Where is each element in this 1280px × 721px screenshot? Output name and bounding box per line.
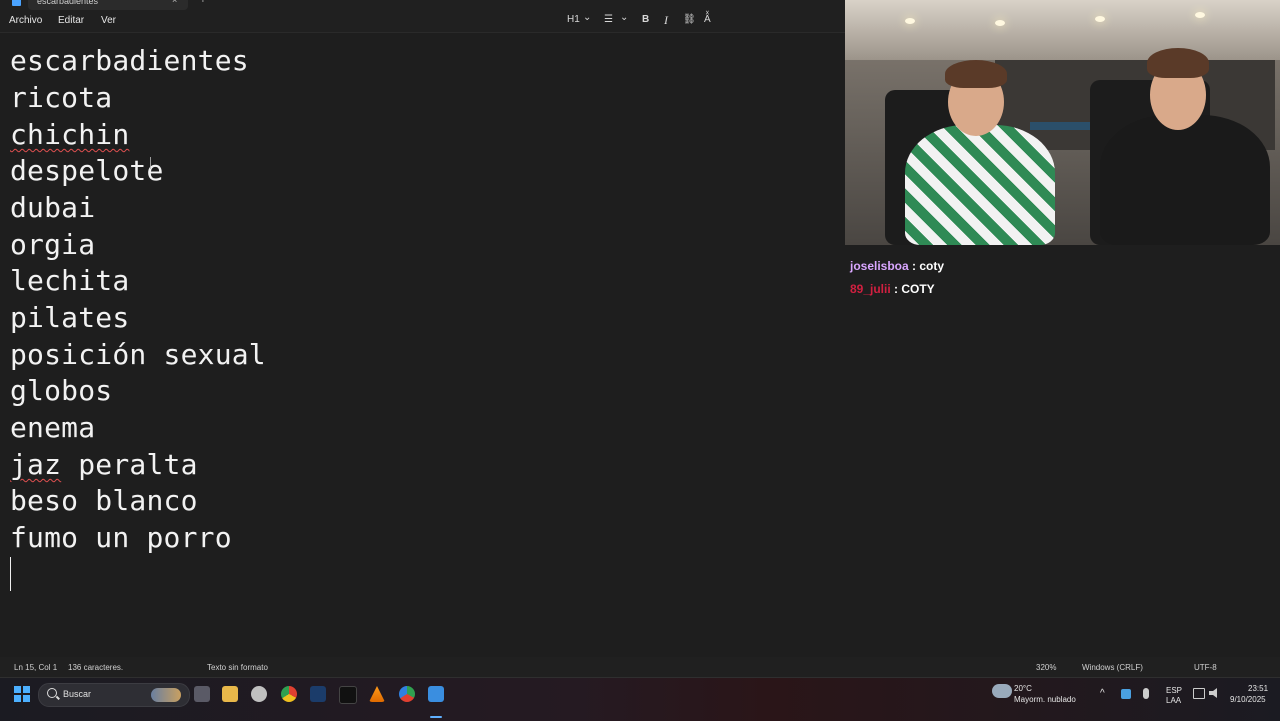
steam-icon[interactable] (310, 686, 326, 702)
text-line: escarbadientes (10, 44, 249, 77)
active-app-indicator (430, 716, 442, 718)
weather-cloud-icon[interactable] (992, 684, 1012, 698)
file-explorer-icon[interactable] (222, 686, 238, 702)
vlc-icon[interactable] (369, 686, 385, 702)
menubar: Archivo Editar Ver H1 ⌄ ☰ ⌄ B I ⛓ Aͯ (0, 10, 845, 33)
chat-username: 89_julii (850, 282, 891, 296)
chrome-profile-icon[interactable] (399, 686, 415, 702)
person-left-shirt (905, 125, 1055, 245)
room-ceiling (845, 0, 1280, 60)
chat-text: : COTY (890, 282, 935, 296)
microphone-icon[interactable] (1143, 688, 1149, 699)
chat-message: 89_julii : COTY (850, 282, 935, 296)
italic-button[interactable]: I (664, 13, 668, 28)
line-endings: Windows (CRLF) (1082, 663, 1143, 672)
clear-formatting-icon[interactable]: Aͯ (704, 14, 711, 25)
document-tab-title[interactable]: escarbadientes (37, 0, 98, 6)
webcam-video (845, 0, 1280, 245)
chrome-icon[interactable] (281, 686, 297, 702)
text-line: orgia (10, 228, 96, 261)
text-line-misspelled: chichin (10, 118, 130, 151)
chat-username: joselisboa (850, 259, 909, 273)
statusbar: Ln 15, Col 1 136 caracteres. Texto sin f… (0, 657, 1280, 677)
menu-view[interactable]: Ver (101, 15, 116, 26)
menu-file[interactable]: Archivo (9, 15, 42, 26)
person-left-hair (945, 60, 1007, 88)
bold-button[interactable]: B (642, 14, 649, 25)
misspelled-word: jaz (10, 448, 62, 481)
ceiling-light (995, 20, 1005, 26)
chevron-down-icon[interactable]: ⌄ (620, 12, 628, 23)
keyboard-layout[interactable]: LAA (1166, 696, 1181, 705)
notepad-app-icon (12, 0, 21, 6)
person-right-shirt (1100, 115, 1270, 245)
close-tab-icon[interactable]: × (172, 0, 177, 5)
text-format: Texto sin formato (207, 663, 268, 672)
text-line: lechita (10, 264, 130, 297)
volume-icon[interactable] (1209, 688, 1217, 698)
text-line: fumo un porro (10, 521, 232, 554)
task-view-icon[interactable] (194, 686, 210, 702)
text-line: beso blanco (10, 484, 198, 517)
weather-description[interactable]: Mayorm. nublado (1014, 695, 1076, 704)
ceiling-light (1195, 12, 1205, 18)
windows-start-icon[interactable] (14, 686, 30, 702)
zoom-level[interactable]: 320% (1036, 663, 1056, 672)
show-hidden-icons-chevron-icon[interactable]: ^ (1100, 688, 1105, 699)
clock-time[interactable]: 23:51 (1248, 684, 1268, 693)
text-line: jaz peralta (10, 448, 198, 481)
character-count: 136 caracteres. (68, 663, 124, 672)
text-line: dubai (10, 191, 96, 224)
settings-app-icon[interactable] (251, 686, 267, 702)
clock-date[interactable]: 9/10/2025 (1230, 695, 1266, 704)
menu-edit[interactable]: Editar (58, 15, 84, 26)
list-icon[interactable]: ☰ (604, 14, 613, 25)
text-line: posición sexual (10, 338, 266, 371)
cursor-position: Ln 15, Col 1 (14, 663, 58, 672)
person-right-hair (1147, 48, 1209, 78)
windows-taskbar: Buscar 20°C Mayorm. nublado ^ ESP LAA 23… (0, 677, 1280, 721)
text-line: globos (10, 374, 113, 407)
stream-chat: joselisboa : coty 89_julii : COTY (845, 245, 1280, 305)
notepad-titlebar: escarbadientes × + (0, 0, 845, 10)
search-icon (47, 688, 57, 698)
text-editor[interactable]: escarbadientes ricota chichin despelote … (0, 33, 845, 657)
text-line: pilates (10, 301, 130, 334)
chat-text: : coty (908, 259, 945, 273)
language-code[interactable]: ESP (1166, 686, 1182, 695)
search-highlight-icon (151, 688, 181, 702)
ceiling-light (905, 18, 915, 24)
text-line: ricota (10, 81, 113, 114)
network-icon[interactable] (1193, 688, 1205, 699)
text-line: enema (10, 411, 96, 444)
heading-dropdown[interactable]: H1 (567, 14, 580, 25)
text-line: despelote (10, 154, 164, 187)
ceiling-light (1095, 16, 1105, 22)
chat-message: joselisboa : coty (850, 259, 944, 273)
notepad-taskbar-icon[interactable] (428, 686, 444, 702)
tiktok-icon[interactable] (339, 686, 357, 704)
chevron-down-icon[interactable]: ⌄ (583, 12, 591, 23)
search-label: Buscar (63, 689, 92, 699)
new-tab-icon[interactable]: + (200, 0, 206, 6)
tray-app-icon[interactable] (1121, 689, 1131, 699)
weather-temperature[interactable]: 20°C (1014, 684, 1032, 693)
text-caret (10, 557, 11, 591)
encoding: UTF-8 (1194, 663, 1217, 672)
taskbar-search[interactable]: Buscar (38, 683, 190, 707)
ibeam-cursor-icon (150, 157, 157, 169)
link-icon[interactable]: ⛓ (683, 14, 696, 25)
